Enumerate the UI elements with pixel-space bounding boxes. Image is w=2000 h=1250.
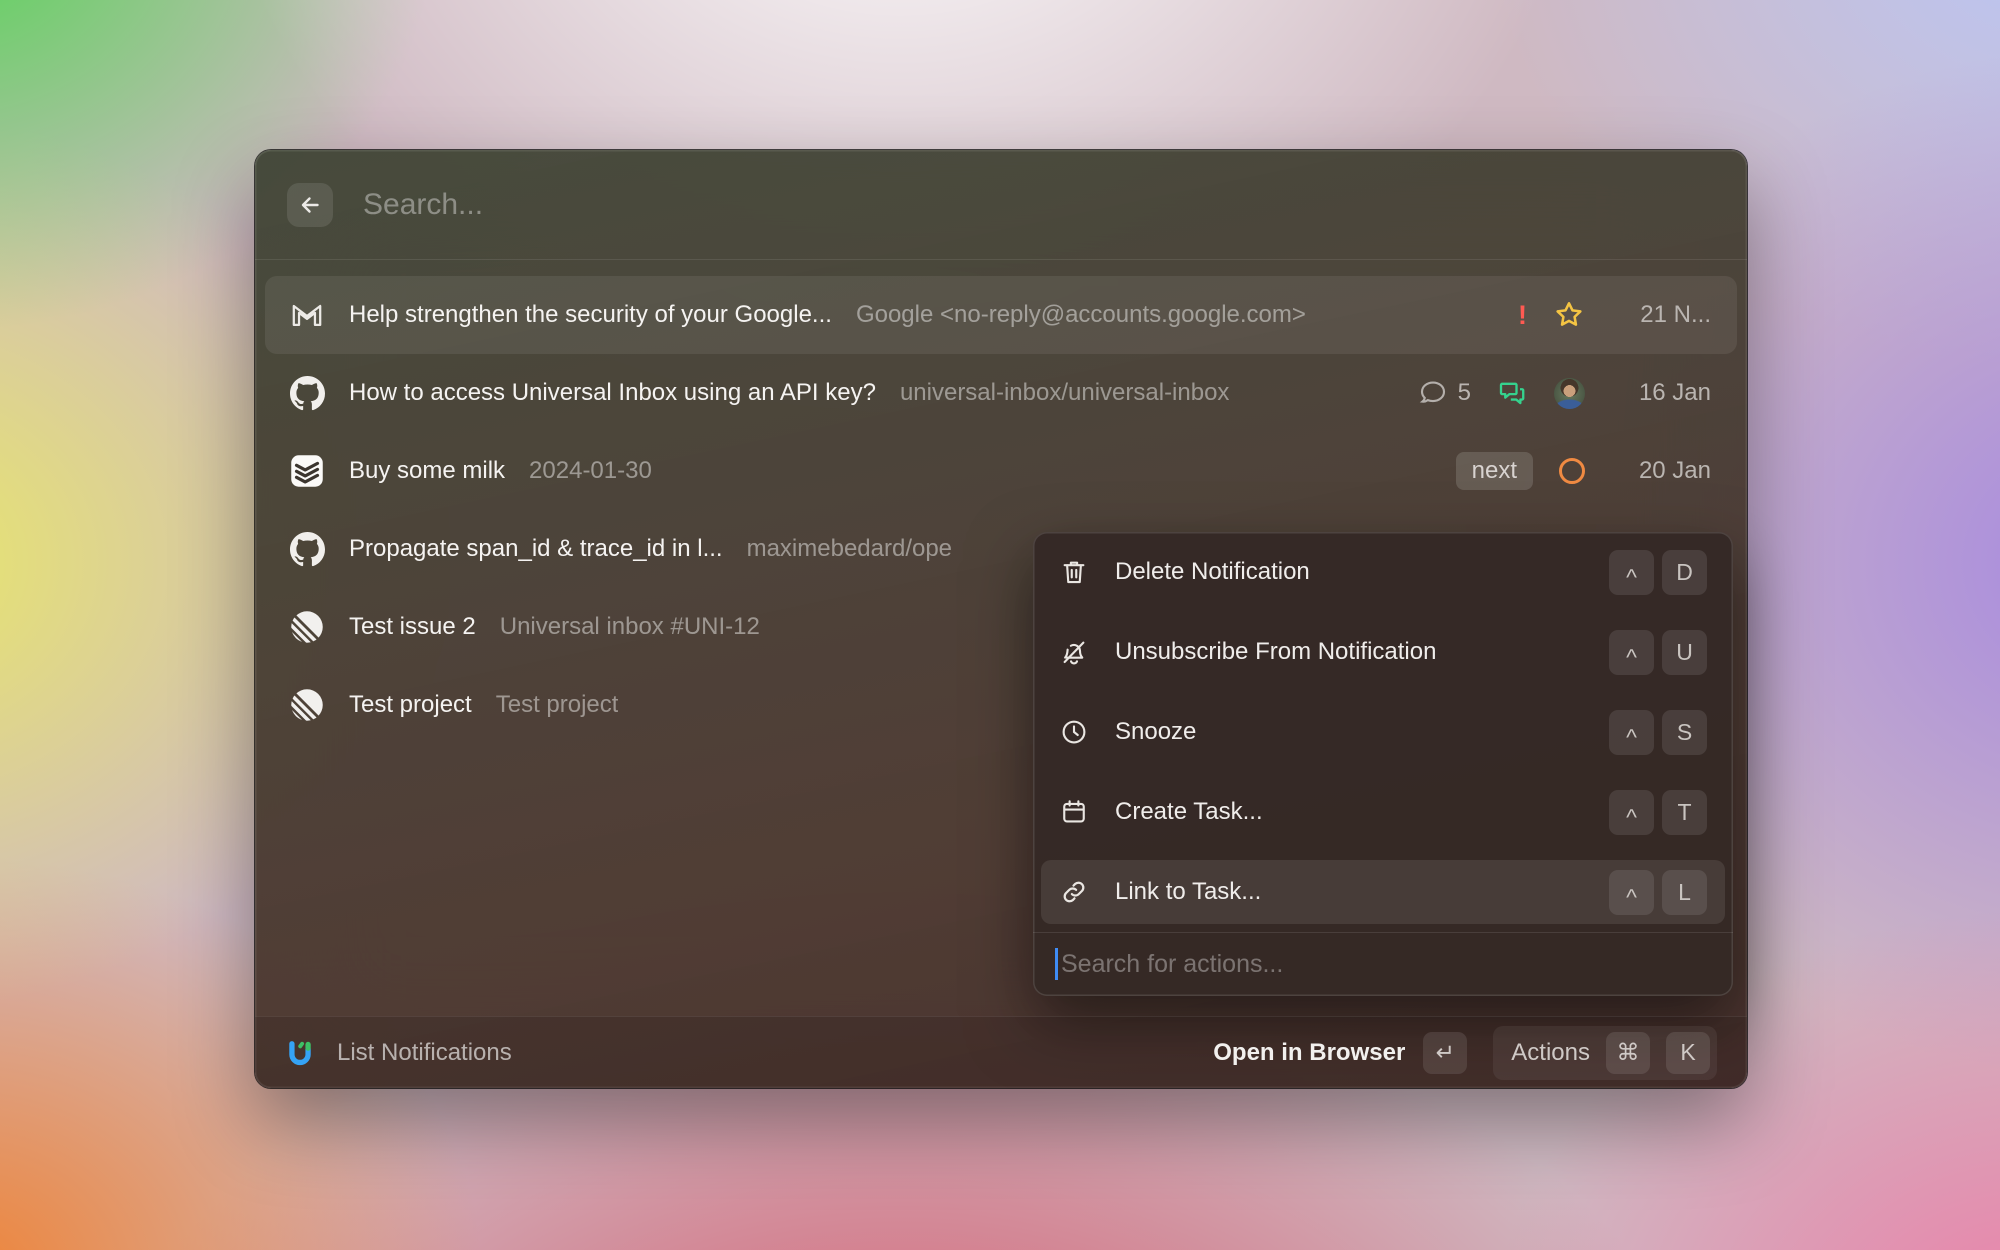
- menu-item-label: Delete Notification: [1115, 558, 1310, 586]
- chat-bubbles-icon: [1497, 378, 1528, 409]
- menu-item-create-task[interactable]: Create Task... ^ T: [1041, 780, 1725, 844]
- key-t: T: [1662, 790, 1707, 835]
- gmail-icon: [289, 297, 325, 333]
- todoist-icon: [289, 453, 325, 489]
- notification-subtitle: 2024-01-30: [529, 457, 652, 485]
- actions-search-input[interactable]: Search for actions...: [1061, 950, 1283, 979]
- comment-count: 5: [1458, 379, 1471, 407]
- universal-inbox-logo: [285, 1038, 315, 1068]
- menu-item-link-to-task[interactable]: Link to Task... ^ L: [1041, 860, 1725, 924]
- comment-icon: [1418, 378, 1448, 408]
- actions-search[interactable]: Search for actions...: [1033, 932, 1733, 995]
- list-item-gmail[interactable]: Help strengthen the security of your Goo…: [265, 276, 1737, 354]
- notification-title: Test project: [349, 691, 472, 719]
- menu-item-delete-notification[interactable]: Delete Notification ^ D: [1041, 540, 1725, 604]
- important-icon: !: [1518, 300, 1527, 331]
- menu-item-snooze[interactable]: Snooze ^ S: [1041, 700, 1725, 764]
- search-input[interactable]: Search...: [363, 188, 483, 222]
- menu-item-label: Unsubscribe From Notification: [1115, 638, 1436, 666]
- text-cursor: [1055, 948, 1058, 980]
- k-key: K: [1666, 1032, 1710, 1074]
- notification-date: 20 Jan: [1611, 457, 1711, 485]
- bell-slash-icon: [1059, 637, 1089, 667]
- project-tag: next: [1456, 452, 1533, 490]
- notification-subtitle: maximebedard/ope: [747, 535, 952, 563]
- search-bar: Search...: [255, 150, 1747, 260]
- key-d: D: [1662, 550, 1707, 595]
- menu-item-label: Create Task...: [1115, 798, 1263, 826]
- back-button[interactable]: [287, 183, 333, 227]
- notification-subtitle: Test project: [496, 691, 619, 719]
- notification-title: Propagate span_id & trace_id in l...: [349, 535, 723, 563]
- enter-key: ↵: [1423, 1032, 1467, 1074]
- command-key: ⌘: [1606, 1032, 1650, 1074]
- key-ctrl: ^: [1609, 790, 1654, 835]
- open-in-browser-label: Open in Browser: [1213, 1039, 1405, 1067]
- key-ctrl: ^: [1609, 710, 1654, 755]
- notification-title: Help strengthen the security of your Goo…: [349, 301, 832, 329]
- list-item-github-1[interactable]: How to access Universal Inbox using an A…: [265, 354, 1737, 432]
- key-ctrl: ^: [1609, 630, 1654, 675]
- key-u: U: [1662, 630, 1707, 675]
- open-in-browser-button[interactable]: Open in Browser ↵: [1213, 1032, 1467, 1074]
- linear-icon: [289, 687, 325, 723]
- footer-bar: List Notifications Open in Browser ↵ Act…: [255, 1016, 1747, 1088]
- list-item-todoist[interactable]: Buy some milk 2024-01-30 next 20 Jan: [265, 432, 1737, 510]
- priority-circle-icon: [1559, 458, 1585, 484]
- notification-title: Test issue 2: [349, 613, 476, 641]
- avatar: [1554, 378, 1585, 409]
- star-icon: [1553, 299, 1585, 331]
- notification-date: 16 Jan: [1611, 379, 1711, 407]
- key-s: S: [1662, 710, 1707, 755]
- launcher-window: Search... Help strengthen the security o…: [255, 150, 1747, 1088]
- link-icon: [1059, 877, 1089, 907]
- menu-item-label: Snooze: [1115, 718, 1196, 746]
- key-ctrl: ^: [1609, 870, 1654, 915]
- actions-menu: Delete Notification ^ D Unsu: [1033, 532, 1733, 996]
- notification-title: How to access Universal Inbox using an A…: [349, 379, 876, 407]
- linear-icon: [289, 609, 325, 645]
- notification-subtitle: Universal inbox #UNI-12: [500, 613, 760, 641]
- actions-button-label: Actions: [1511, 1039, 1590, 1067]
- actions-button[interactable]: Actions ⌘ K: [1493, 1026, 1717, 1080]
- key-ctrl: ^: [1609, 550, 1654, 595]
- notification-title: Buy some milk: [349, 457, 505, 485]
- menu-item-label: Link to Task...: [1115, 878, 1261, 906]
- menu-item-unsubscribe[interactable]: Unsubscribe From Notification ^ U: [1041, 620, 1725, 684]
- calendar-icon: [1059, 797, 1089, 827]
- command-name: List Notifications: [337, 1039, 512, 1067]
- trash-icon: [1059, 557, 1089, 587]
- notification-subtitle: Google <no-reply@accounts.google.com>: [856, 301, 1306, 329]
- notification-date: 21 N...: [1611, 301, 1711, 329]
- clock-icon: [1059, 717, 1089, 747]
- arrow-left-icon: [298, 193, 322, 217]
- github-icon: [289, 531, 325, 567]
- github-icon: [289, 375, 325, 411]
- notification-subtitle: universal-inbox/universal-inbox: [900, 379, 1230, 407]
- key-l: L: [1662, 870, 1707, 915]
